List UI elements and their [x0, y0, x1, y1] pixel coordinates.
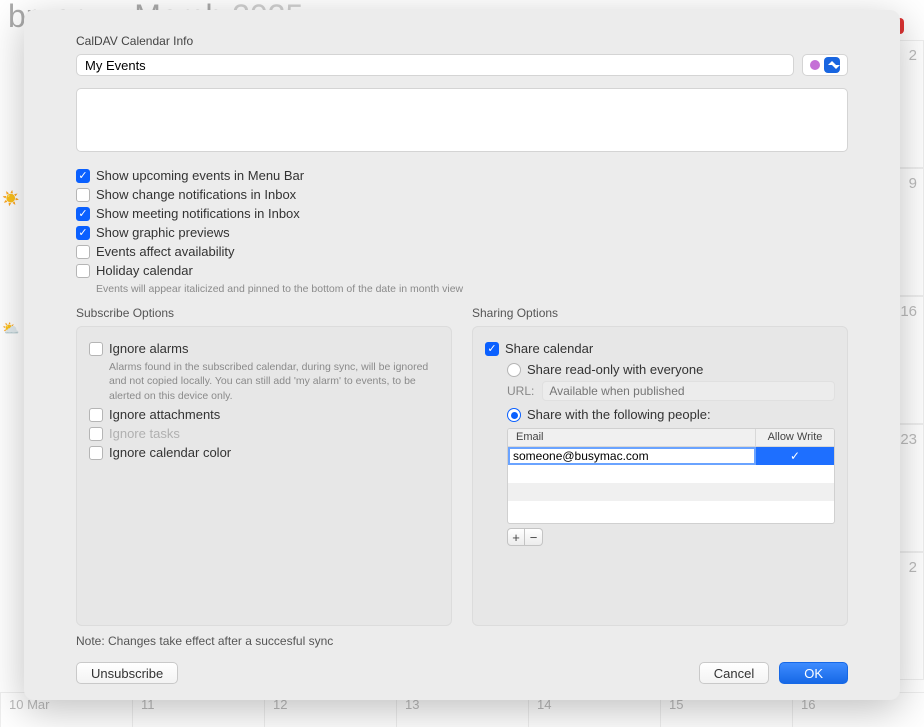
checkbox-label: Holiday calendar: [96, 263, 193, 278]
share-calendar-checkbox[interactable]: [485, 342, 499, 356]
url-label: URL:: [507, 384, 534, 398]
stepper-arrows-icon: [824, 57, 840, 73]
ignore-tasks-checkbox: [89, 427, 103, 441]
subscribe-options-box: Ignore alarms Alarms found in the subscr…: [76, 326, 452, 626]
checkbox-label: Show change notifications in Inbox: [96, 187, 296, 202]
share-readonly-radio[interactable]: [507, 363, 521, 377]
add-person-button[interactable]: +: [507, 528, 525, 546]
checkbox-label: Events affect availability: [96, 244, 235, 259]
sharing-options-box: Share calendar Share read-only with ever…: [472, 326, 848, 626]
ignore-alarms-checkbox[interactable]: [89, 342, 103, 356]
share-people-radio[interactable]: [507, 408, 521, 422]
show-meeting-notifications-checkbox[interactable]: [76, 207, 90, 221]
checkbox-group: Show upcoming events in Menu Bar Show ch…: [76, 164, 848, 296]
show-graphic-previews-checkbox[interactable]: [76, 226, 90, 240]
calendar-name-input[interactable]: [76, 54, 794, 76]
checkbox-label: Show meeting notifications in Inbox: [96, 206, 300, 221]
share-table-header-email: Email: [508, 429, 756, 446]
show-change-notifications-checkbox[interactable]: [76, 188, 90, 202]
share-email-input[interactable]: [508, 447, 756, 465]
checkbox-label: Show graphic previews: [96, 225, 230, 240]
show-upcoming-checkbox[interactable]: [76, 169, 90, 183]
ignore-attachments-checkbox[interactable]: [89, 408, 103, 422]
sharing-options-label: Sharing Options: [472, 306, 848, 320]
checkbox-label: Ignore attachments: [109, 407, 220, 422]
share-table-row[interactable]: [508, 501, 834, 519]
weather-icon: ☀️: [2, 190, 19, 207]
share-table-header-write: Allow Write: [756, 429, 834, 446]
ignore-alarms-hint: Alarms found in the subscribed calendar,…: [109, 360, 439, 403]
share-table-row[interactable]: [508, 483, 834, 501]
checkbox-label: Share calendar: [505, 341, 593, 356]
radio-label: Share read-only with everyone: [527, 362, 703, 377]
checkbox-label: Show upcoming events in Menu Bar: [96, 168, 304, 183]
sync-note: Note: Changes take effect after a succes…: [76, 634, 848, 648]
color-swatch-icon: [810, 60, 820, 70]
remove-person-button[interactable]: −: [525, 528, 543, 546]
weather-icon: ⛅: [2, 320, 19, 337]
ok-button[interactable]: OK: [779, 662, 848, 684]
calendar-color-selector[interactable]: [802, 54, 848, 76]
calendar-info-sheet: CalDAV Calendar Info Show upcoming event…: [24, 10, 900, 700]
radio-label: Share with the following people:: [527, 407, 711, 422]
subscribe-options-label: Subscribe Options: [76, 306, 452, 320]
checkbox-label: Ignore alarms: [109, 341, 188, 356]
cancel-button[interactable]: Cancel: [699, 662, 769, 684]
calendar-notes-textarea[interactable]: [76, 88, 848, 152]
share-table-row[interactable]: [508, 465, 834, 483]
ignore-calendar-color-checkbox[interactable]: [89, 446, 103, 460]
sheet-title: CalDAV Calendar Info: [76, 34, 878, 48]
unsubscribe-button[interactable]: Unsubscribe: [76, 662, 178, 684]
checkbox-label: Ignore calendar color: [109, 445, 231, 460]
share-people-table: Email Allow Write ✓: [507, 428, 835, 524]
allow-write-cell[interactable]: ✓: [756, 447, 834, 465]
checkbox-label: Ignore tasks: [109, 426, 180, 441]
holiday-hint: Events will appear italicized and pinned…: [96, 282, 848, 296]
share-table-row[interactable]: ✓: [508, 447, 834, 465]
events-affect-availability-checkbox[interactable]: [76, 245, 90, 259]
share-url-field: [542, 381, 835, 401]
holiday-calendar-checkbox[interactable]: [76, 264, 90, 278]
